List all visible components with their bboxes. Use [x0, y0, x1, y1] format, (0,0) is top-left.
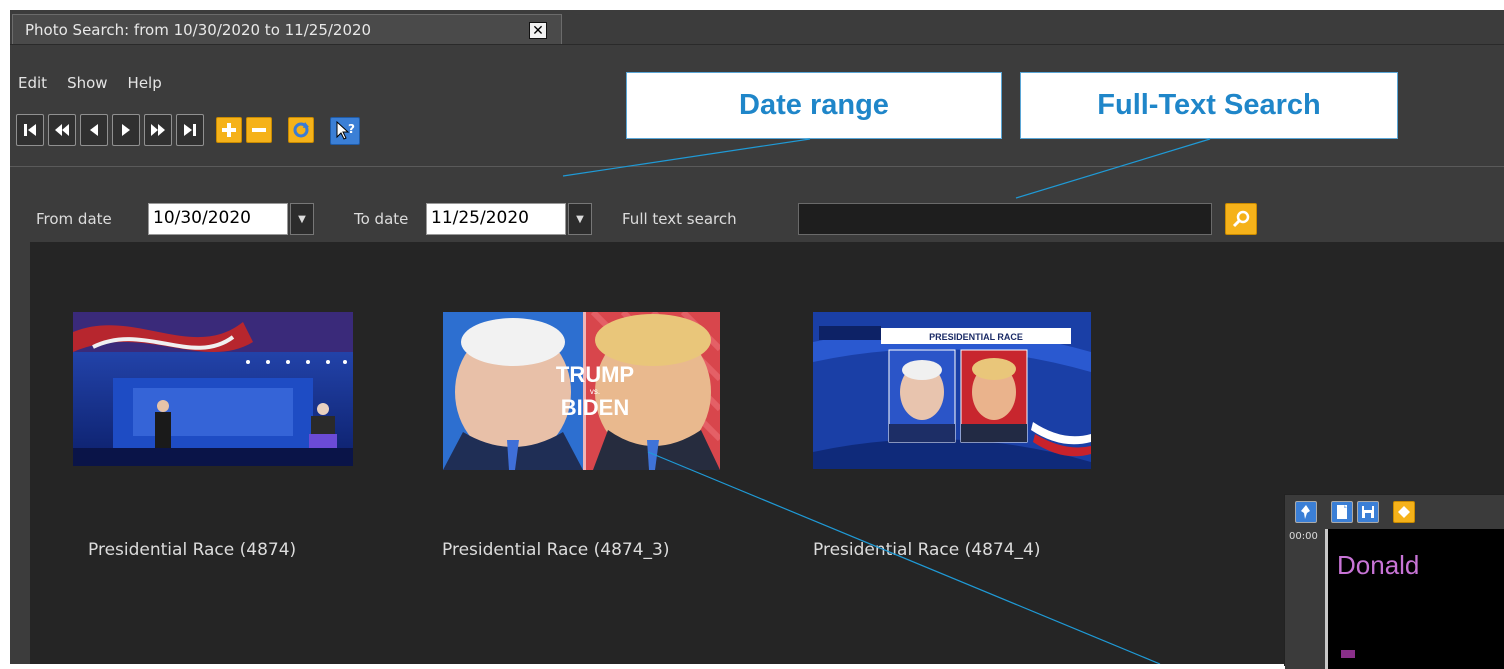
- pin-icon: [1301, 505, 1310, 519]
- chevron-down-icon: ▼: [576, 213, 584, 225]
- presidential-race-graphic-photo: PRESIDENTIAL RACE: [813, 312, 1091, 469]
- timecode-gutter: [1285, 529, 1325, 669]
- help-button[interactable]: ?: [330, 117, 360, 145]
- trump-overlay-text: TRUMP: [556, 362, 634, 387]
- add-button[interactable]: [216, 117, 242, 143]
- to-date-label: To date: [354, 210, 409, 228]
- photo-search-window: Photo Search: from 10/30/2020 to 11/25/2…: [10, 10, 1504, 664]
- edit-button[interactable]: [1393, 501, 1415, 523]
- add-icon: [222, 123, 236, 137]
- save-icon: [1362, 506, 1374, 518]
- photo-caption-4874-4: Presidential Race (4874_4): [813, 540, 1041, 560]
- svg-text:?: ?: [348, 122, 355, 136]
- debate-stage-photo: [73, 312, 353, 466]
- menu-show[interactable]: Show: [67, 74, 107, 92]
- photo-thumbnail-4874[interactable]: [73, 312, 353, 466]
- from-date-dropdown[interactable]: ▼: [290, 203, 314, 235]
- biden-overlay-text: BIDEN: [561, 395, 629, 420]
- speaker-name: Donald: [1337, 550, 1420, 580]
- refresh-button[interactable]: [288, 117, 314, 143]
- photo-thumbnail-4874-3[interactable]: TRUMP vs. BIDEN: [443, 312, 720, 470]
- full-text-search-callout: Full-Text Search: [1020, 72, 1398, 139]
- new-document-icon: [1337, 505, 1347, 519]
- tab-photo-search[interactable]: Photo Search: from 10/30/2020 to 11/25/2…: [12, 14, 562, 44]
- to-date-dropdown[interactable]: ▼: [568, 203, 592, 235]
- search-button[interactable]: [1225, 203, 1257, 235]
- remove-button[interactable]: [246, 117, 272, 143]
- next-page-icon: [151, 124, 165, 136]
- next-page-button[interactable]: [144, 114, 172, 146]
- edit-icon: [1398, 506, 1410, 518]
- transcript-marker: [1341, 650, 1355, 658]
- chevron-down-icon: ▼: [298, 213, 306, 225]
- photo-caption-4874: Presidential Race (4874): [88, 540, 297, 560]
- search-icon: [1232, 210, 1250, 228]
- previous-page-icon: [55, 124, 69, 136]
- first-record-icon: [24, 124, 36, 136]
- menu-help[interactable]: Help: [128, 74, 162, 92]
- to-date-field[interactable]: 11/25/2020: [426, 203, 566, 235]
- next-record-icon: [122, 124, 130, 136]
- close-icon[interactable]: ✕: [529, 22, 547, 39]
- previous-record-button[interactable]: [80, 114, 108, 146]
- pin-button[interactable]: [1295, 501, 1317, 523]
- tab-title: Photo Search: from 10/30/2020 to 11/25/2…: [25, 20, 372, 39]
- panel-toolbar: [1285, 495, 1495, 527]
- last-record-button[interactable]: [176, 114, 204, 146]
- timecode: 00:00: [1289, 531, 1318, 542]
- menu-edit[interactable]: Edit: [18, 74, 47, 92]
- new-document-button[interactable]: [1331, 501, 1353, 523]
- from-date-label: From date: [36, 210, 112, 228]
- trump-vs-biden-photo: TRUMP vs. BIDEN: [443, 312, 720, 470]
- photo-thumbnail-4874-4[interactable]: PRESIDENTIAL RACE: [813, 312, 1091, 469]
- remove-icon: [252, 128, 266, 132]
- full-text-search-input[interactable]: [798, 203, 1212, 235]
- help-cursor-icon: ?: [336, 120, 355, 140]
- last-record-icon: [184, 124, 196, 136]
- tab-strip: Photo Search: from 10/30/2020 to 11/25/2…: [10, 10, 1504, 45]
- refresh-icon: [293, 122, 309, 138]
- from-date-field[interactable]: 10/30/2020: [148, 203, 288, 235]
- presidential-race-banner: PRESIDENTIAL RACE: [929, 332, 1023, 342]
- photo-caption-4874-3: Presidential Race (4874_3): [442, 540, 670, 560]
- previous-page-button[interactable]: [48, 114, 76, 146]
- results-left-edge: [10, 242, 30, 664]
- previous-record-icon: [90, 124, 98, 136]
- full-text-search-label: Full text search: [622, 210, 737, 228]
- filter-bar: From date 10/30/2020 ▼ To date 11/25/202…: [10, 166, 1504, 243]
- next-record-button[interactable]: [112, 114, 140, 146]
- video-transcript-panel: 00:00 Donald: [1284, 494, 1504, 669]
- date-range-callout: Date range: [626, 72, 1002, 139]
- first-record-button[interactable]: [16, 114, 44, 146]
- menu-bar: Edit Show Help: [18, 74, 162, 92]
- save-button[interactable]: [1357, 501, 1379, 523]
